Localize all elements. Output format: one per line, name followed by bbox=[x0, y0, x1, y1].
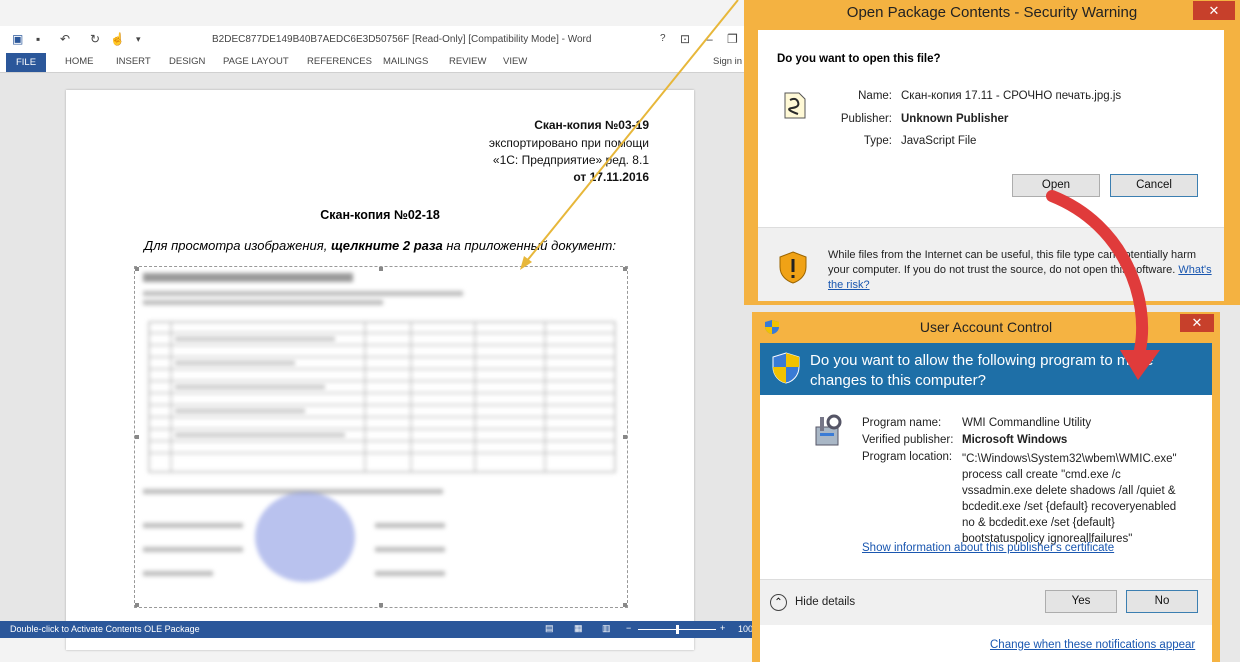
script-file-icon bbox=[784, 92, 806, 119]
tab-file[interactable]: FILE bbox=[6, 53, 46, 72]
resize-handle[interactable] bbox=[135, 603, 139, 607]
zoom-slider-thumb[interactable] bbox=[676, 625, 679, 634]
program-name-value: WMI Commandline Utility bbox=[962, 417, 1092, 429]
blurred-invoice-image bbox=[143, 273, 616, 582]
minimize-icon[interactable]: – bbox=[706, 32, 713, 46]
help-button[interactable]: ? bbox=[660, 33, 666, 44]
tab-page-layout[interactable]: PAGE LAYOUT bbox=[223, 56, 289, 67]
warning-text: While files from the Internet can be use… bbox=[828, 249, 1212, 291]
sign-in-link[interactable]: Sign in bbox=[713, 56, 742, 67]
doc-header-line4: от 17.11.2016 bbox=[573, 170, 649, 184]
zoom-level[interactable]: 100 bbox=[738, 624, 753, 634]
read-mode-icon[interactable]: ▤ bbox=[545, 623, 554, 634]
uac-bottom-bar: Change when these notifications appear bbox=[760, 625, 1212, 662]
dialog-body: Do you want to allow the following progr… bbox=[760, 343, 1212, 662]
doc-header-line2: экспортировано при помощи bbox=[488, 136, 649, 150]
location-value: "C:\Windows\System32\wbem\WMIC.exe" proc… bbox=[962, 453, 1177, 545]
hide-details-button[interactable]: Hide details bbox=[795, 596, 855, 608]
customize-toolbar-icon[interactable]: ▾ bbox=[136, 34, 141, 45]
redo-icon[interactable]: ↻ bbox=[90, 32, 100, 46]
uac-footer: ⌃ Hide details Yes No bbox=[760, 579, 1212, 626]
chevron-up-icon[interactable]: ⌃ bbox=[770, 594, 787, 611]
name-label: Name: bbox=[858, 90, 892, 102]
ribbon-display-icon[interactable]: ⊡ bbox=[680, 32, 690, 46]
resize-handle[interactable] bbox=[379, 267, 383, 271]
cancel-button[interactable]: Cancel bbox=[1110, 174, 1198, 197]
word-app-icon: ▣ bbox=[12, 32, 24, 46]
warning-shield-icon bbox=[779, 251, 807, 284]
web-layout-icon[interactable]: ▥ bbox=[602, 623, 611, 634]
tab-mailings[interactable]: MAILINGS bbox=[383, 56, 428, 67]
tab-references[interactable]: REFERENCES bbox=[307, 56, 372, 67]
zoom-out-icon[interactable]: − bbox=[626, 623, 631, 633]
yes-button[interactable]: Yes bbox=[1045, 590, 1117, 613]
resize-handle[interactable] bbox=[379, 603, 383, 607]
doc-header-line3: «1С: Предприятие» ред. 8.1 bbox=[492, 153, 649, 167]
doc-heading: Скан-копия №02-18 bbox=[320, 208, 440, 222]
resize-handle[interactable] bbox=[623, 603, 627, 607]
status-bar: Double-click to Activate Contents OLE Pa… bbox=[0, 621, 760, 638]
type-label: Type: bbox=[863, 135, 892, 147]
touch-mode-icon[interactable]: ☝ bbox=[110, 32, 125, 46]
warning-panel: While files from the Internet can be use… bbox=[758, 227, 1224, 301]
uac-banner: Do you want to allow the following progr… bbox=[760, 343, 1212, 395]
doc-header-line1: Скан-копия №03-19 bbox=[534, 118, 649, 132]
resize-handle[interactable] bbox=[135, 435, 139, 439]
user-account-control-dialog: User Account Control ✕ Do you want to al… bbox=[752, 312, 1220, 662]
name-value: Скан-копия 17.11 - СРОЧНО печать.jpg.js bbox=[901, 90, 1122, 102]
doc-instruction: Для просмотра изображения, щелкните 2 ра… bbox=[144, 238, 616, 253]
resize-handle[interactable] bbox=[135, 267, 139, 271]
save-icon[interactable]: ▪ bbox=[36, 32, 40, 46]
publisher-value: Unknown Publisher bbox=[901, 113, 1009, 125]
status-text: Double-click to Activate Contents OLE Pa… bbox=[10, 624, 200, 634]
publisher-label: Verified publisher: bbox=[862, 434, 954, 446]
security-warning-dialog: Open Package Contents - Security Warning… bbox=[744, 0, 1240, 305]
uac-large-shield-icon bbox=[772, 352, 800, 384]
dialog-question: Do you want to open this file? bbox=[777, 53, 941, 65]
change-notifications-link[interactable]: Change when these notifications appear bbox=[990, 639, 1195, 651]
dialog-title: User Account Control bbox=[919, 319, 1053, 335]
tab-insert[interactable]: INSERT bbox=[116, 56, 151, 67]
tab-design[interactable]: DESIGN bbox=[169, 56, 205, 67]
close-button[interactable]: ✕ bbox=[1193, 1, 1235, 20]
wmi-program-icon bbox=[815, 414, 842, 446]
uac-question: Do you want to allow the following progr… bbox=[810, 352, 1154, 389]
undo-icon[interactable]: ↶ bbox=[60, 32, 70, 46]
zoom-in-icon[interactable]: + bbox=[720, 623, 725, 633]
print-layout-icon[interactable]: ▦ bbox=[574, 623, 583, 634]
open-button[interactable]: Open bbox=[1012, 174, 1100, 197]
word-titlebar: ▣ ▪ ↶ ↻ ☝ ▾ B2DEC877DE149B40B7AEDC6E3D50… bbox=[0, 26, 760, 53]
resize-handle[interactable] bbox=[623, 435, 627, 439]
document-title: B2DEC877DE149B40B7AEDC6E3D50756F [Read-O… bbox=[212, 34, 592, 45]
restore-icon[interactable]: ❐ bbox=[727, 32, 738, 46]
close-button[interactable]: ✕ bbox=[1180, 314, 1214, 332]
ole-package-object[interactable] bbox=[134, 266, 628, 608]
ribbon-tabs: FILE HOME INSERT DESIGN PAGE LAYOUT REFE… bbox=[0, 53, 760, 73]
word-window: ▣ ▪ ↶ ↻ ☝ ▾ B2DEC877DE149B40B7AEDC6E3D50… bbox=[0, 0, 760, 662]
program-name-label: Program name: bbox=[862, 417, 942, 429]
publisher-value: Microsoft Windows bbox=[962, 434, 1068, 446]
publisher-label: Publisher: bbox=[840, 113, 892, 125]
resize-handle[interactable] bbox=[623, 267, 627, 271]
document-page: Скан-копия №03-19 экспортировано при пом… bbox=[66, 90, 694, 650]
document-canvas: Скан-копия №03-19 экспортировано при пом… bbox=[0, 73, 760, 650]
type-value: JavaScript File bbox=[901, 135, 977, 147]
certificate-link[interactable]: Show information about this publisher's … bbox=[862, 542, 1114, 554]
no-button[interactable]: No bbox=[1126, 590, 1198, 613]
tab-home[interactable]: HOME bbox=[65, 56, 94, 67]
location-label: Program location: bbox=[862, 451, 953, 463]
dialog-title: Open Package Contents - Security Warning bbox=[846, 4, 1138, 21]
dialog-body: Do you want to open this file? Name: Ска… bbox=[758, 30, 1224, 301]
tab-review[interactable]: REVIEW bbox=[449, 56, 486, 67]
tab-view[interactable]: VIEW bbox=[503, 56, 527, 67]
